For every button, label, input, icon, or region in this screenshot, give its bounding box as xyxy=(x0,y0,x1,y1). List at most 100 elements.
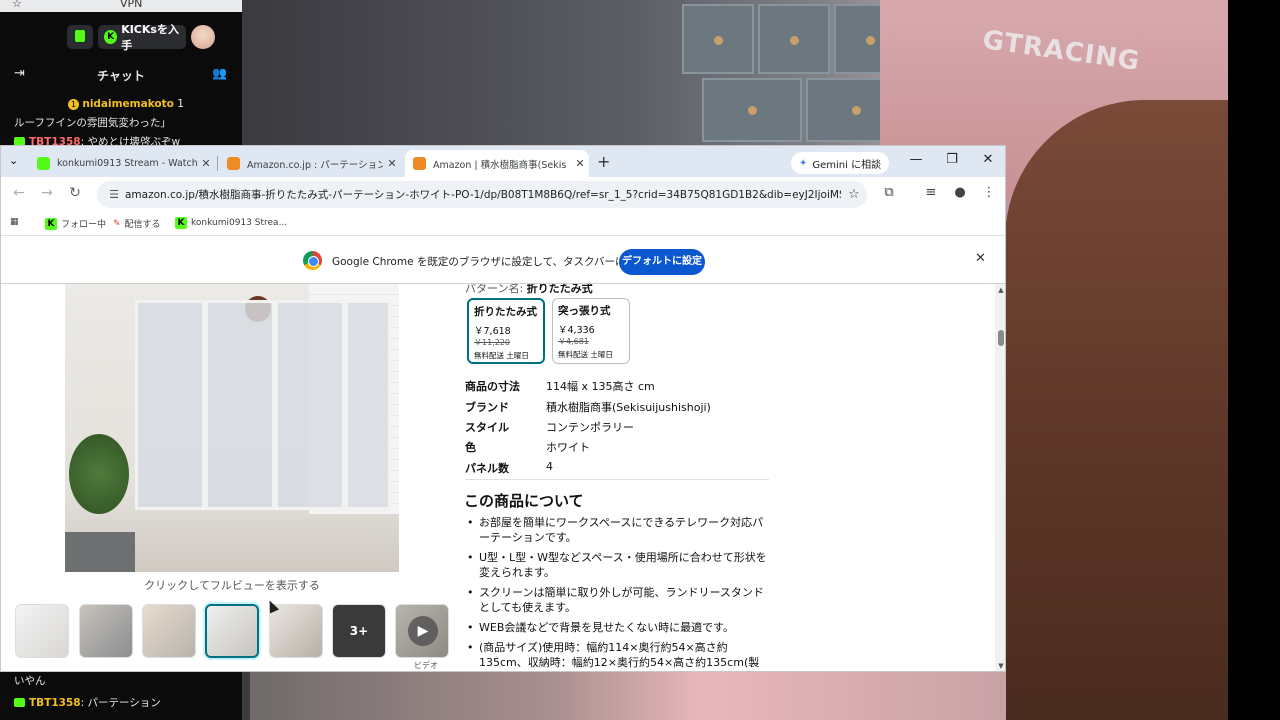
about-bullet: お部屋を簡単にワークスペースにできるテレワーク対応パーテーションです。 xyxy=(467,515,767,545)
gemini-button[interactable]: ✦ Gemini に相談 xyxy=(791,152,890,174)
spec-value: ホワイト xyxy=(546,441,590,454)
tab-search-icon[interactable]: ⌄ xyxy=(9,154,18,167)
spec-key: ブランド xyxy=(465,401,509,414)
amazon-favicon-icon xyxy=(227,157,240,170)
pattern-option-tension[interactable]: 突っ張り式 ￥4,336 ￥4,681 無料配送 土曜日 xyxy=(552,298,630,364)
chat-username[interactable]: nidaimemakoto xyxy=(82,98,174,110)
vpn-label[interactable]: VPN xyxy=(120,0,142,10)
about-bullet: (商品サイズ)使用時：幅約114×奥行約54×高さ約135cm、収納時：幅約12… xyxy=(467,640,767,671)
apps-grid-icon[interactable]: ▦ xyxy=(10,217,19,227)
divider xyxy=(465,479,769,480)
chat-username[interactable]: TBT1358 xyxy=(29,697,81,709)
user-avatar[interactable] xyxy=(191,25,215,49)
kick-favicon-icon: K xyxy=(175,217,187,229)
bookmark-label: konkumi0913 Strea... xyxy=(191,218,288,228)
grid-icon xyxy=(75,30,85,42)
restore-icon[interactable]: ❐ xyxy=(942,152,962,167)
default-browser-infobar: Google Chrome を既定のブラウザに設定して、タスクバーに固定する デ… xyxy=(1,237,1005,284)
browser-window: ⌄ konkumi0913 Stream - Watch L ✕ Amazon.… xyxy=(0,145,1006,672)
new-tab-button[interactable]: + xyxy=(597,152,610,171)
tab-kick-stream[interactable]: konkumi0913 Stream - Watch L ✕ xyxy=(29,150,215,177)
star-icon[interactable]: ☆ xyxy=(12,0,22,10)
spec-key: 色 xyxy=(465,441,476,454)
option-shipping: 無料配送 土曜日 xyxy=(474,351,529,360)
tab-title: Amazon | 積水樹脂商事(Sekis xyxy=(433,159,567,171)
product-thumbnail-selected[interactable] xyxy=(205,604,259,658)
bookmark-star-icon[interactable]: ☆ xyxy=(841,187,867,202)
bookmark-stream[interactable]: ✎ 配信する xyxy=(113,217,161,231)
chat-text: パーテーション xyxy=(87,697,161,709)
spec-value: コンテンポラリー xyxy=(546,421,634,434)
infobar-text: Google Chrome を既定のブラウザに設定して、タスクバーに固定する xyxy=(332,256,668,268)
more-images-thumbnail[interactable]: 3+ xyxy=(332,604,386,658)
partition-panel xyxy=(135,300,205,510)
product-thumbnail[interactable] xyxy=(79,604,133,658)
tab-separator xyxy=(217,156,218,171)
product-main-image[interactable] xyxy=(65,284,399,572)
tab-amazon-product[interactable]: Amazon | 積水樹脂商事(Sekis ✕ xyxy=(405,150,589,177)
scroll-thumb[interactable] xyxy=(998,330,1004,346)
drawer xyxy=(682,4,754,74)
user-list-icon[interactable]: 👥 xyxy=(212,66,227,80)
close-window-icon[interactable]: ✕ xyxy=(978,152,998,167)
chat-message: 1 nidaimemakoto 1 xyxy=(68,98,184,110)
product-thumbnail[interactable] xyxy=(15,604,69,658)
page-scrollbar[interactable]: ▲ ▼ xyxy=(995,284,1005,671)
close-tab-icon[interactable]: ✕ xyxy=(383,157,401,170)
chat-message: ルーフフインの雰囲気変わった」 xyxy=(14,115,171,130)
set-default-button[interactable]: デフォルトに設定 xyxy=(619,249,705,275)
extensions-icon[interactable]: ⧉ xyxy=(880,185,898,200)
video-label: ビデオ xyxy=(414,661,438,670)
bookmark-label: 配信する xyxy=(124,220,161,230)
play-icon: ▶ xyxy=(408,616,438,646)
scroll-down-icon[interactable]: ▼ xyxy=(995,662,1005,670)
bookmark-following[interactable]: K フォロー中 xyxy=(45,217,106,230)
option-shipping: 無料配送 土曜日 xyxy=(558,350,613,359)
stream-tool-icon: ✎ xyxy=(113,218,121,229)
stream-letterbox xyxy=(1228,0,1280,720)
reload-icon[interactable]: ↻ xyxy=(66,185,84,201)
kick-coin-icon: K xyxy=(104,30,118,44)
gift-badge-icon: 1 xyxy=(68,99,79,110)
option-price: ￥4,336 xyxy=(558,325,595,336)
pattern-name: パターン名: 折りたたみ式 xyxy=(465,284,593,296)
spec-value: 114幅 x 135高さ cm xyxy=(546,380,655,393)
product-thumbnail[interactable] xyxy=(269,604,323,658)
get-kicks-button[interactable]: K KICKsを入手 xyxy=(98,23,186,52)
gemini-label: Gemini に相談 xyxy=(812,159,882,171)
close-infobar-icon[interactable]: ✕ xyxy=(975,251,986,266)
site-info-icon[interactable]: ☰ xyxy=(103,188,125,201)
scroll-up-icon[interactable]: ▲ xyxy=(995,286,1005,294)
tab-strip: ⌄ konkumi0913 Stream - Watch L ✕ Amazon.… xyxy=(1,146,1005,177)
chat-message: TBT1358: パーテーション xyxy=(14,695,161,710)
menu-kebab-icon[interactable]: ⋮ xyxy=(980,185,998,200)
chat-header: ⇥ チャット 👥 xyxy=(0,62,242,90)
partition-panel xyxy=(205,300,275,510)
bookmark-konkumi-stream[interactable]: K konkumi0913 Strea... xyxy=(175,217,287,229)
about-heading: この商品について xyxy=(464,492,584,510)
tab-amazon-search[interactable]: Amazon.co.jp : パーテーション おし ✕ xyxy=(219,150,401,177)
option-name: 突っ張り式 xyxy=(558,305,611,317)
back-icon[interactable]: ← xyxy=(10,185,28,201)
close-tab-icon[interactable]: ✕ xyxy=(197,157,215,170)
chat-title: チャット xyxy=(97,69,145,83)
address-bar[interactable]: ☰ amazon.co.jp/積水樹脂商事-折りたたみ式-パーテーション-ホワイ… xyxy=(97,181,867,208)
page-content: クリックしてフルビューを表示する 3+ ▶ ビデオ パターン名: 折りたたみ式 … xyxy=(1,284,1005,671)
close-tab-icon[interactable]: ✕ xyxy=(571,157,589,170)
media-control-icon[interactable]: ≡ xyxy=(922,185,940,200)
full-view-caption[interactable]: クリックしてフルビューを表示する xyxy=(65,577,399,593)
pattern-option-folding[interactable]: 折りたたみ式 ￥7,618 ￥11,220 無料配送 土曜日 xyxy=(467,298,545,364)
video-thumbnail[interactable]: ▶ xyxy=(395,604,449,658)
chrome-logo-icon xyxy=(303,251,322,270)
spec-value: 積水樹脂商事(Sekisuijushishoji) xyxy=(546,401,711,414)
chat-text: 1 xyxy=(177,98,184,110)
streamer-hair xyxy=(1005,100,1228,720)
chat-grid-button[interactable] xyxy=(67,25,93,49)
minimize-icon[interactable]: — xyxy=(906,152,926,167)
stream-floor xyxy=(250,670,1006,720)
url-text[interactable]: amazon.co.jp/積水樹脂商事-折りたたみ式-パーテーション-ホワイト-… xyxy=(125,187,841,202)
profile-avatar-icon[interactable]: ● xyxy=(951,185,969,200)
forward-icon[interactable]: → xyxy=(38,185,56,201)
product-thumbnail[interactable] xyxy=(142,604,196,658)
bookmarks-bar: ▦ K フォロー中 ✎ 配信する K konkumi0913 Strea... xyxy=(1,212,1005,236)
